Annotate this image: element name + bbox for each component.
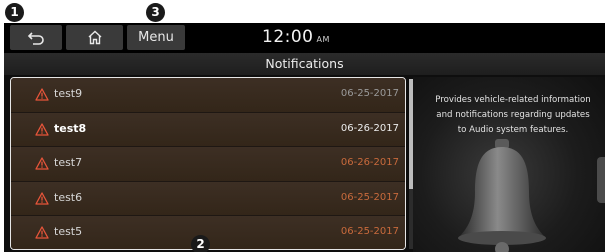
warning-icon [35, 226, 49, 239]
warning-icon [35, 88, 49, 101]
notification-title: test9 [54, 87, 83, 100]
notification-row[interactable]: test6 06-25-2017 [11, 181, 405, 216]
notification-title: test8 [54, 121, 87, 135]
back-button[interactable] [10, 25, 62, 50]
menu-button[interactable]: Menu [127, 25, 185, 50]
warning-icon [35, 157, 49, 170]
page-title: Notifications [4, 53, 605, 75]
home-button[interactable] [66, 25, 123, 50]
back-arrow-icon [27, 31, 44, 45]
clock: 12:00 AM [262, 27, 330, 47]
home-icon [88, 30, 101, 45]
notification-title: test7 [54, 156, 83, 169]
notification-date: 06-26-2017 [340, 122, 399, 134]
menu-label: Menu [138, 30, 174, 45]
clock-time: 12:00 [262, 27, 314, 47]
notification-date: 06-26-2017 [340, 157, 399, 168]
notification-row[interactable]: test8 06-26-2017 [11, 112, 405, 147]
callout-3: 3 [146, 3, 165, 22]
callout-1: 1 [5, 3, 24, 22]
notification-list[interactable]: test9 06-25-2017 test8 06-26-2017 test7 06-26… [10, 77, 406, 250]
callout-2: 2 [191, 235, 210, 252]
notification-title: test6 [54, 190, 83, 204]
top-bar: Menu 12:00 AM [4, 23, 605, 53]
clock-ampm: AM [316, 35, 330, 44]
info-panel: Provides vehicle-related information and… [413, 77, 605, 252]
info-text: Provides vehicle-related information and… [415, 93, 605, 138]
notification-title: test5 [54, 225, 83, 238]
warning-icon [35, 191, 49, 205]
info-line-3: to Audio system features. [457, 125, 569, 135]
info-line-1: Provides vehicle-related information [435, 95, 591, 105]
head-unit-screen: Menu 12:00 AM Notifications test9 06-25-20… [4, 23, 605, 252]
notification-row[interactable]: test9 06-25-2017 [11, 78, 405, 113]
bell-icon [458, 139, 546, 252]
info-line-2: and notifications regarding updates [436, 110, 590, 120]
notification-date: 06-25-2017 [340, 191, 399, 203]
notification-date: 06-25-2017 [340, 226, 399, 237]
notification-date: 06-25-2017 [340, 88, 399, 99]
warning-icon [35, 122, 49, 136]
side-panel-tab[interactable] [597, 157, 605, 203]
notification-row[interactable]: test7 06-26-2017 [11, 147, 405, 182]
